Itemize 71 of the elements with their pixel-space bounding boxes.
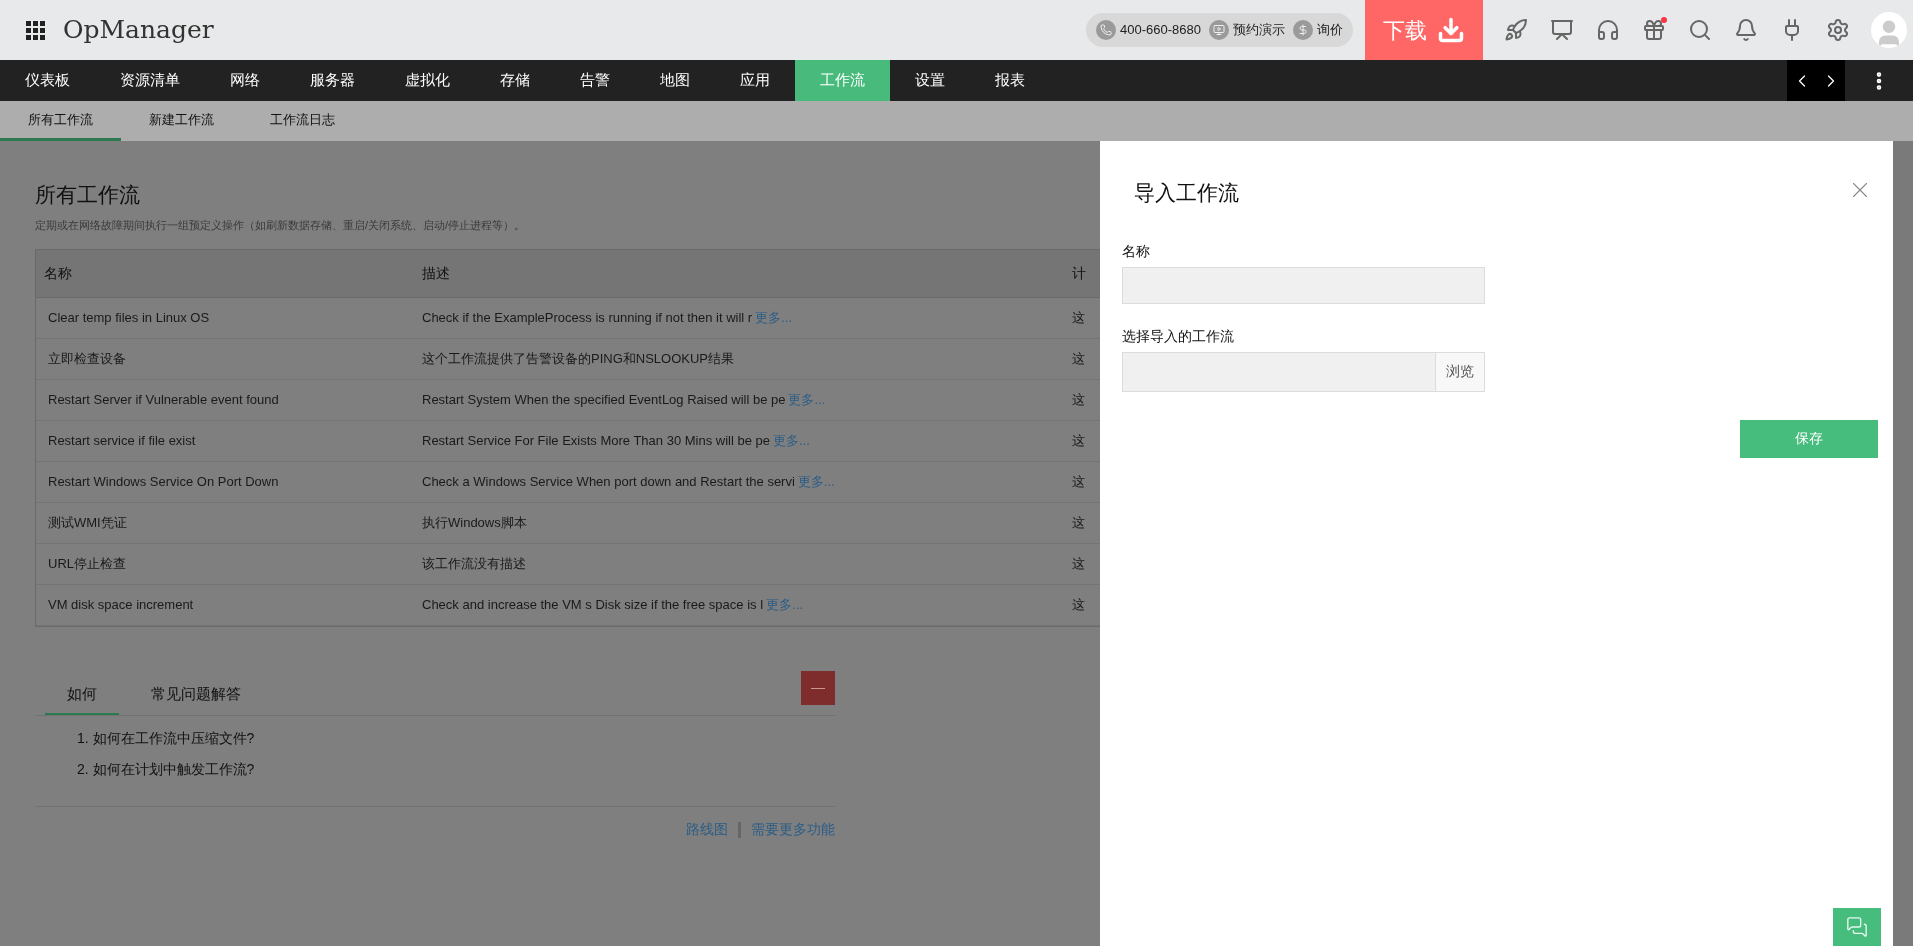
column-header: 描述 xyxy=(421,264,451,283)
app-logo: OpManager xyxy=(63,14,214,47)
column-header: 计 xyxy=(1071,264,1086,283)
nav-tab[interactable]: 仪表板 xyxy=(0,60,95,101)
app-grid-icon[interactable] xyxy=(26,20,45,40)
help-tab[interactable]: 如何 xyxy=(45,682,119,715)
search-icon[interactable] xyxy=(1687,17,1713,43)
table-cell-text: Restart Windows Service On Port Down xyxy=(47,473,280,492)
rocket-icon[interactable] xyxy=(1503,17,1529,43)
nav-tab[interactable]: 服务器 xyxy=(285,60,380,101)
presentation-icon[interactable] xyxy=(1549,17,1575,43)
nav-tab[interactable]: 应用 xyxy=(715,60,795,101)
nav-tab[interactable]: 虚拟化 xyxy=(380,60,475,101)
sub-nav-tab[interactable]: 新建工作流 xyxy=(121,101,242,141)
field-label: 名称 xyxy=(1122,241,1151,261)
nav-tab[interactable]: 告警 xyxy=(555,60,635,101)
dollar-icon xyxy=(1293,20,1313,40)
sub-nav-tab[interactable]: 所有工作流 xyxy=(0,101,121,141)
table-cell-text: Check a Windows Service When port down and Restart the servi xyxy=(422,473,795,492)
nav-tab[interactable]: 存储 xyxy=(475,60,555,101)
chat-icon xyxy=(1846,916,1868,938)
phone-number: 400-660-8680 xyxy=(1120,21,1201,40)
table-cell-text: Check if the ExampleProcess is running if not then it will r xyxy=(422,309,753,328)
table-cell-text: Restart Server if Vulnerable event found xyxy=(47,391,280,410)
phone-icon xyxy=(1096,20,1117,40)
table-cell-text: 这 xyxy=(1071,555,1085,574)
help-article-link[interactable]: 1. 如何在工作流中压缩文件? xyxy=(77,728,835,749)
table-cell-text: 执行Windows脚本 xyxy=(422,514,527,533)
nav-tab[interactable]: 地图 xyxy=(635,60,715,101)
help-tab[interactable]: 常见问题解答 xyxy=(129,682,263,715)
table-cell-text: Restart Service For File Exists More Than 30 Mins will be pe xyxy=(422,432,770,451)
panel-title: 导入工作流 xyxy=(1134,180,1239,206)
page-title: 所有工作流 xyxy=(35,182,140,208)
table-cell-text: 该工作流没有描述 xyxy=(422,555,526,574)
demo-icon xyxy=(1209,20,1229,40)
table-cell-text: 这个工作流提供了告警设备的PING和NSLOOKUP结果 xyxy=(422,350,735,369)
scrollbar[interactable] xyxy=(1893,141,1913,946)
help-article-link[interactable]: 2. 如何在计划中触发工作流? xyxy=(77,759,835,780)
pricing-link[interactable]: 询价 xyxy=(1317,20,1343,40)
table-cell-text: VM disk space increment xyxy=(47,596,195,615)
file-input[interactable] xyxy=(1122,351,1436,392)
table-cell-text: 这 xyxy=(1071,350,1085,369)
name-input[interactable] xyxy=(1122,266,1485,304)
nav-tab[interactable]: 资源清单 xyxy=(95,60,205,101)
nav-tab[interactable]: 网络 xyxy=(205,60,285,101)
settings-icon[interactable] xyxy=(1825,17,1851,43)
table-cell-text: Check and increase the VM s Disk size if the free space is l xyxy=(422,596,764,615)
sub-nav-tab[interactable]: 工作流日志 xyxy=(242,101,363,141)
nav-tab[interactable]: 报表 xyxy=(970,60,1050,101)
headset-icon[interactable] xyxy=(1595,17,1621,43)
minus-icon xyxy=(811,687,825,689)
table-cell-text: 这 xyxy=(1071,514,1085,533)
table-cell-text: Restart service if file exist xyxy=(47,432,197,451)
table-cell-text: 测试WMI凭证 xyxy=(47,514,128,533)
table-cell-text: 这 xyxy=(1071,432,1085,451)
gift-icon[interactable] xyxy=(1641,17,1667,43)
table-cell-text: Clear temp files in Linux OS xyxy=(47,309,211,328)
demo-link[interactable]: 预约演示 xyxy=(1233,20,1285,40)
download-icon xyxy=(1437,16,1465,44)
column-header: 名称 xyxy=(43,264,73,283)
table-cell-text: URL停止检查 xyxy=(47,555,127,574)
table-cell-text: 立即检查设备 xyxy=(47,350,127,369)
bell-icon[interactable] xyxy=(1733,17,1759,43)
table-cell-text: 这 xyxy=(1071,391,1085,410)
field-label: 选择导入的工作流 xyxy=(1122,326,1235,346)
table-cell-text: Restart System When the specified EventLog Raised will be pe xyxy=(422,391,786,410)
table-cell-text: 这 xyxy=(1071,596,1085,615)
nav-tab[interactable]: 设置 xyxy=(890,60,970,101)
table-cell-text: 这 xyxy=(1071,473,1085,492)
browse-button[interactable]: 浏览 xyxy=(1436,351,1485,392)
table-cell-text: 这 xyxy=(1071,309,1085,328)
